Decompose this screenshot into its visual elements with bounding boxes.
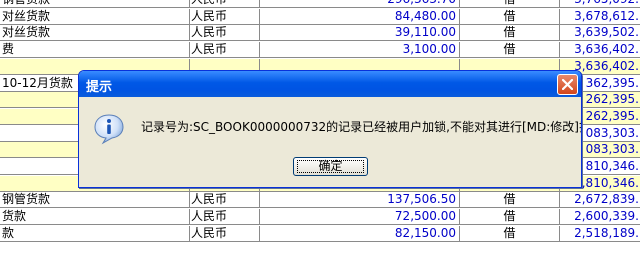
row-description: 钢管货款: [0, 0, 190, 8]
table-row[interactable]: 费人民币 3,100.00 借 3,636,402.: [0, 42, 640, 59]
table-row[interactable]: 对丝货款 人民币 84,480.00 借 3,678,612.: [0, 8, 640, 25]
table-row[interactable]: 钢管货款人民币296,363.70借3,765,092.: [0, 0, 640, 8]
row-currency: 人民币: [190, 25, 260, 42]
row-currency: 人民币: [190, 192, 260, 209]
row-amount: 137,506.50: [260, 192, 460, 209]
row-amount: 82,150.00: [260, 225, 460, 242]
row-description: 对丝货款: [0, 25, 190, 42]
row-currency: 人民币: [190, 0, 260, 8]
row-balance: 3,636,402.: [574, 42, 639, 57]
row-amount: 72,500.00: [260, 209, 460, 226]
table-row[interactable]: 款人民币 82,150.00 借 2,518,189.: [0, 225, 640, 242]
row-balance: 3,639,502.: [574, 25, 639, 40]
row-description: 款: [0, 225, 190, 242]
table-row[interactable]: 货款 人民币 72,500.00 借 2,600,339.: [0, 209, 640, 226]
row-currency: 人民币: [190, 42, 260, 59]
row-direction: 借: [460, 209, 560, 226]
row-amount: 3,100.00: [260, 42, 460, 59]
dialog-titlebar[interactable]: 提示: [79, 71, 581, 97]
close-button[interactable]: [557, 74, 578, 95]
dialog-message: 记录号为:SC_BOOK0000000732的记录已经被用户加锁,不能对其进行[…: [141, 120, 582, 134]
row-amount: 84,480.00: [260, 8, 460, 25]
info-icon: [94, 114, 124, 145]
table-row[interactable]: 钢管货款 人民币 137,506.50 借 2,672,839.: [0, 192, 640, 209]
row-amount: 39,110.00: [260, 25, 460, 42]
alert-dialog: 提示 记录号为:SC_BOOK0000000732的记录已经被用户加锁,不能对其…: [78, 70, 582, 188]
ok-button-label: 确定: [318, 159, 343, 173]
row-description: 货款: [0, 209, 190, 226]
row-direction: 借: [460, 8, 560, 25]
dialog-title: 提示: [86, 80, 113, 95]
close-icon: [562, 79, 573, 90]
row-direction: 借: [460, 192, 560, 209]
row-currency: 人民币: [190, 225, 260, 242]
row-description: 钢管货款: [0, 192, 190, 209]
row-direction: 借: [460, 225, 560, 242]
row-balance: 2,518,189.: [574, 225, 639, 240]
table-row[interactable]: 对丝货款 人民币 39,110.00 借 3,639,502.: [0, 25, 640, 42]
row-description: 对丝货款: [0, 8, 190, 25]
row-balance: 2,600,339.: [574, 209, 639, 224]
row-currency: 人民币: [190, 8, 260, 25]
row-balance: 3,678,612.: [574, 8, 639, 23]
row-amount: 296,363.70: [260, 0, 460, 8]
row-direction: 借: [460, 25, 560, 42]
ok-button[interactable]: 确定: [293, 157, 368, 176]
row-balance: 3,765,092.: [560, 0, 640, 8]
row-direction: 借: [460, 42, 560, 59]
row-balance: 2,672,839.: [574, 192, 639, 207]
row-direction: 借: [460, 0, 560, 8]
row-currency: 人民币: [190, 209, 260, 226]
row-description: 费: [0, 42, 190, 59]
